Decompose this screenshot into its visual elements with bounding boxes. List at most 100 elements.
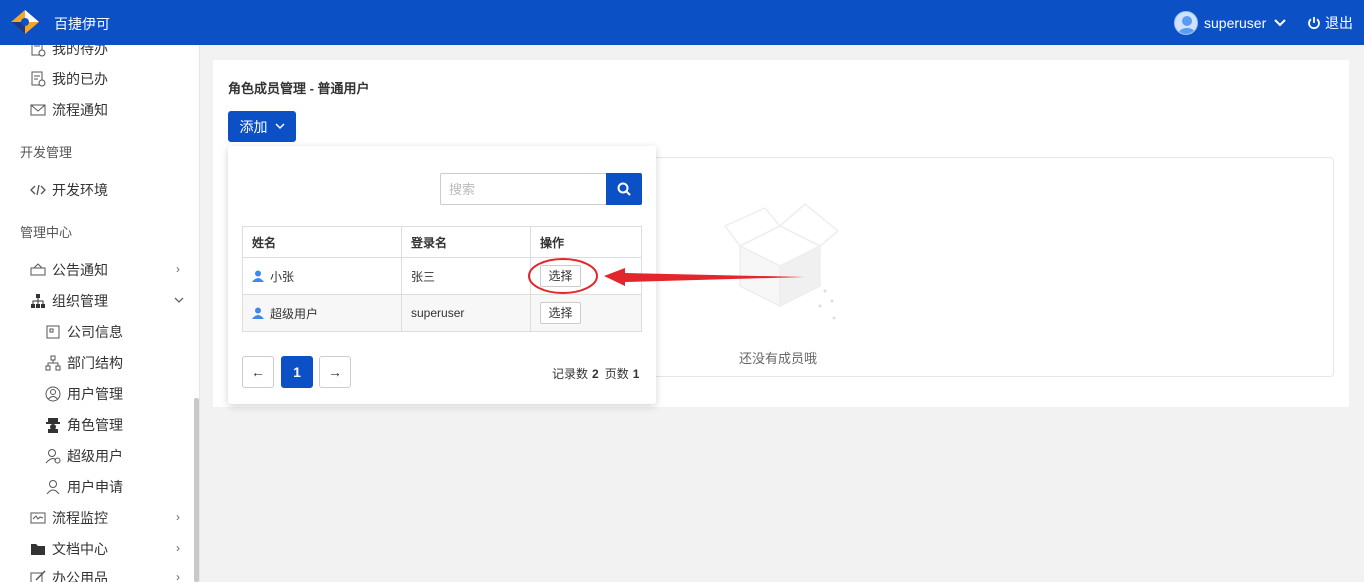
power-icon [1308,17,1320,30]
pagination-stats: 记录数 2 页数 1 [552,365,645,382]
edit-icon [30,570,46,582]
user-avatar-icon [1178,15,1196,34]
logout-button[interactable]: 退出 [1307,13,1353,33]
cell-login: superuser [401,294,531,332]
sidebar-item-label: 公告通知 [52,262,108,278]
sidebar-item-label: 文档中心 [52,541,108,557]
sidebar-item-label: 部门结构 [67,355,123,371]
sidebar-item-departments[interactable]: 部门结构 [45,353,123,373]
logout-label: 退出 [1325,15,1353,31]
pagination-next[interactable]: → [319,356,351,388]
search-icon [617,182,631,196]
sidebar-item-label: 流程通知 [52,102,108,118]
cell-action: 选择 [530,257,642,295]
sidebar-item-user-requests[interactable]: 用户申请 [45,477,123,497]
empty-message: 还没有成员哦 [739,351,818,366]
cell-name-text: 超级用户 [270,306,319,321]
pages-label: 页数 [604,367,629,381]
add-button[interactable]: 添加 [228,111,296,142]
sidebar-group-dev: 开发管理 [20,145,73,160]
app-brand[interactable]: 百捷伊可 [54,14,110,34]
sidebar-item-label: 用户申请 [67,479,123,495]
mail-icon [30,104,46,116]
table-header-row: 姓名 登录名 操作 [242,226,642,258]
department-tree-icon [45,355,61,371]
sidebar-item-label: 办公用品 [52,570,108,582]
sidebar: 我的待办 我的已办 流程通知 开发管理 开发环境 管理中心 公告通知 › 组织管… [0,45,200,582]
empty-box-icon [723,203,840,320]
chevron-right-icon: › [176,570,180,582]
search-button[interactable] [606,173,642,205]
role-spy-icon [46,418,60,433]
app-logo-icon[interactable] [10,9,40,35]
sidebar-item-notice[interactable]: 公告通知 [30,260,108,280]
sidebar-item-done[interactable]: 我的已办 [30,69,108,89]
sidebar-item-label: 开发环境 [52,182,108,198]
sidebar-item-roles[interactable]: 角色管理 [45,415,123,435]
column-header-action: 操作 [530,226,642,258]
cell-name: 超级用户 [242,294,402,332]
search-input[interactable] [440,173,607,205]
sidebar-item-company[interactable]: 公司信息 [45,322,123,342]
sidebar-item-todo[interactable]: 我的待办 [30,45,108,59]
chevron-down-icon [174,297,184,303]
chevron-right-icon: › [176,262,180,276]
notice-icon [30,263,46,276]
records-count: 2 [592,367,599,381]
avatar [1174,10,1198,35]
sidebar-item-label: 我的待办 [52,45,108,57]
chevron-down-icon [274,123,285,130]
code-icon [30,184,46,196]
sidebar-item-label: 角色管理 [67,417,123,433]
user-icon [252,307,264,319]
done-list-icon [31,71,46,87]
sidebar-item-label: 组织管理 [52,293,108,309]
records-label: 记录数 [552,367,589,381]
org-chart-icon [31,294,45,308]
folder-icon [31,544,45,555]
select-button[interactable]: 选择 [540,265,581,287]
user-circle-icon [45,386,61,402]
column-header-login: 登录名 [401,226,531,258]
user-table: 姓名 登录名 操作 小张 张三 选择 超级用户 superuser 选择 [242,226,642,332]
sidebar-item-label: 用户管理 [67,386,123,402]
pagination-page-current[interactable]: 1 [281,356,313,388]
username-label: superuser [1204,14,1267,31]
sidebar-item-flow-monitor[interactable]: 流程监控 [30,508,108,528]
chevron-right-icon: › [176,510,180,524]
monitor-icon [30,512,46,524]
cell-name: 小张 [242,257,402,295]
table-row: 超级用户 superuser 选择 [242,294,642,332]
sidebar-item-flow-notice[interactable]: 流程通知 [30,100,108,120]
pages-count: 1 [632,367,640,381]
column-header-name: 姓名 [242,226,402,258]
cell-login: 张三 [401,257,531,295]
chevron-right-icon: › [176,541,180,555]
sidebar-item-label: 超级用户 [67,448,123,464]
sidebar-item-label: 公司信息 [67,324,123,340]
cell-action: 选择 [530,294,642,332]
company-icon [46,325,60,339]
sidebar-item-office[interactable]: 办公用品 [30,568,108,582]
sidebar-group-admin: 管理中心 [20,225,73,240]
page-title: 角色成员管理 - 普通用户 [228,81,370,96]
sidebar-item-docs[interactable]: 文档中心 [30,539,108,559]
table-row: 小张 张三 选择 [242,257,642,295]
sidebar-item-dev-env[interactable]: 开发环境 [30,180,108,200]
sidebar-item-label: 我的已办 [52,71,108,87]
sidebar-item-superusers[interactable]: 超级用户 [45,446,123,466]
cell-name-text: 小张 [270,269,295,284]
todo-icon [31,45,46,57]
pagination-prev[interactable]: ← [242,356,274,388]
sidebar-item-users[interactable]: 用户管理 [45,384,123,404]
sidebar-item-org[interactable]: 组织管理 [30,291,108,311]
user-request-icon [46,480,60,495]
add-button-label: 添加 [239,118,268,135]
chevron-down-icon [1274,18,1286,26]
top-bar: 百捷伊可 superuser 退出 [0,0,1364,45]
user-icon [252,270,264,282]
sidebar-item-label: 流程监控 [52,510,108,526]
sidebar-scrollbar[interactable] [194,398,199,582]
user-menu[interactable]: superuser [1174,10,1286,35]
select-button[interactable]: 选择 [540,302,581,324]
